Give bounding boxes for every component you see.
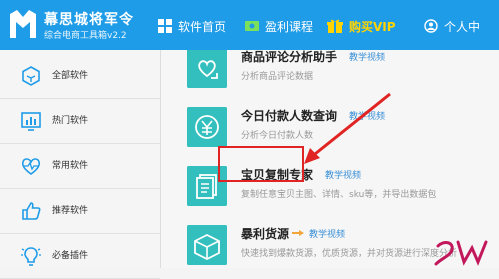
sidebar-item-label: 推荐软件 bbox=[52, 206, 89, 216]
thumbs-up-icon bbox=[22, 202, 41, 220]
lightbulb-icon bbox=[21, 247, 41, 266]
software-description: 分析商品评论数据 bbox=[241, 72, 314, 82]
nav-user-label: 个人中 bbox=[444, 19, 481, 34]
watermark-logo bbox=[434, 240, 488, 266]
app-logo bbox=[10, 10, 36, 38]
nav-user-center[interactable]: 个人中 bbox=[424, 16, 480, 36]
sidebar-item-hot-software[interactable]: 热门软件 bbox=[0, 99, 160, 144]
nav-vip-label: 购买VIP bbox=[349, 19, 396, 34]
software-name: 商品评论分析助手 bbox=[241, 50, 338, 64]
grid-icon bbox=[158, 19, 172, 33]
money-icon bbox=[245, 21, 259, 31]
software-description: 快速找到爆款货源，优质货源，并对货源进行深度分析 bbox=[241, 249, 458, 259]
heart-pulse-icon bbox=[21, 158, 41, 175]
sidebar: 全部软件 热门软件 常用软件 推荐软件 必备插件 bbox=[0, 50, 161, 279]
sidebar-item-label: 热门软件 bbox=[52, 116, 89, 126]
app-subtitle: 综合电商工具箱v2.2 bbox=[44, 31, 127, 41]
sidebar-item-label: 常用软件 bbox=[52, 161, 89, 171]
cube-icon bbox=[22, 66, 40, 86]
sidebar-item-essential-plugins[interactable]: 必备插件 bbox=[0, 234, 160, 279]
gift-icon bbox=[327, 19, 343, 33]
user-icon bbox=[424, 19, 438, 33]
nav-profit-label: 盈利课程 bbox=[265, 19, 314, 34]
nav-home[interactable]: 软件首页 bbox=[158, 16, 226, 36]
app-title: 幕思城将军令 bbox=[44, 12, 134, 28]
nav-profit-course[interactable]: 盈利课程 bbox=[245, 16, 313, 36]
tutorial-video-link[interactable]: 教学视频 bbox=[349, 50, 385, 63]
bar-chart-icon bbox=[21, 112, 41, 131]
tutorial-video-link[interactable]: 教学视频 bbox=[309, 227, 345, 240]
payment-count-icon bbox=[187, 107, 227, 147]
software-description: 复制任意宝贝主图、详情、sku等，并导出数据包 bbox=[241, 190, 437, 200]
hand-point-icon bbox=[292, 230, 304, 236]
sidebar-item-common-software[interactable]: 常用软件 bbox=[0, 144, 160, 189]
nav-home-label: 软件首页 bbox=[178, 19, 227, 34]
package-box-icon bbox=[187, 225, 227, 265]
nav-buy-vip[interactable]: 购买VIP bbox=[327, 16, 396, 36]
sidebar-item-label: 必备插件 bbox=[52, 251, 89, 261]
sidebar-item-label: 全部软件 bbox=[52, 71, 89, 81]
red-arrow-icon bbox=[304, 92, 391, 164]
sidebar-item-all-software[interactable]: 全部软件 bbox=[0, 54, 160, 99]
app-header: 幕思城将军令 综合电商工具箱v2.2 软件首页 盈利课程 购买VIP 个人中 bbox=[0, 0, 499, 50]
review-analysis-icon bbox=[187, 50, 227, 88]
software-name: 暴利货源 bbox=[241, 227, 290, 241]
sidebar-item-recommended-software[interactable]: 推荐软件 bbox=[0, 189, 160, 234]
